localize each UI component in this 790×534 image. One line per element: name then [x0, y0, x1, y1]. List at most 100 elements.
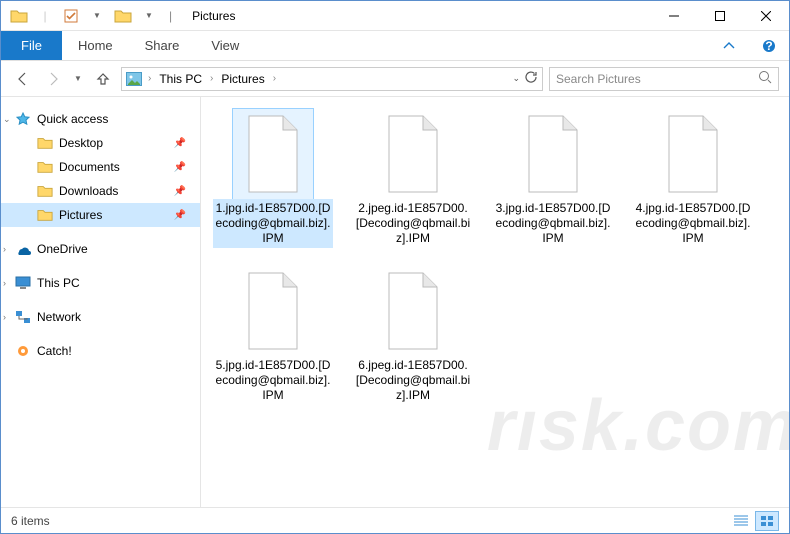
- navigation-bar: ▼ › This PC › Pictures › ⌄ Search Pictur…: [1, 61, 789, 97]
- sidebar-item-label: Documents: [59, 160, 120, 174]
- pin-icon: 📌: [174, 162, 186, 173]
- sidebar-item-pictures[interactable]: Pictures 📌: [1, 203, 200, 227]
- sidebar-item-label: Desktop: [59, 136, 103, 150]
- pin-icon: 📌: [174, 138, 186, 149]
- chevron-right-icon[interactable]: ›: [146, 73, 153, 84]
- search-input[interactable]: Search Pictures: [549, 67, 779, 91]
- pictures-icon: [126, 71, 142, 87]
- explorer-window: | ▼ ▼ | Pictures File Home: [0, 0, 790, 534]
- svg-text:?: ?: [765, 39, 772, 53]
- file-name: 3.jpg.id-1E857D00.[Decoding@qbmail.biz].…: [493, 199, 613, 248]
- icons-view-button[interactable]: [755, 511, 779, 531]
- file-icon: [373, 109, 453, 199]
- file-icon: [653, 109, 733, 199]
- minimize-button[interactable]: [651, 1, 697, 31]
- sidebar-item-documents[interactable]: Documents 📌: [1, 155, 200, 179]
- file-icon: [373, 266, 453, 356]
- up-button[interactable]: [91, 67, 115, 91]
- pictures-folder-icon: [37, 207, 53, 223]
- window-controls: [651, 1, 789, 31]
- ribbon: File Home Share View ?: [1, 31, 789, 61]
- file-icon: [233, 266, 313, 356]
- file-name: 6.jpeg.id-1E857D00.[Decoding@qbmail.biz]…: [353, 356, 473, 405]
- expander-icon[interactable]: ⌄: [3, 114, 11, 125]
- quick-access-label: Quick access: [37, 112, 108, 126]
- sidebar-item-desktop[interactable]: Desktop 📌: [1, 131, 200, 155]
- file-icon: [233, 109, 313, 199]
- view-toggles: [729, 511, 779, 531]
- sidebar-onedrive[interactable]: › OneDrive: [1, 237, 200, 261]
- expander-icon[interactable]: ›: [3, 244, 6, 254]
- folder-icon: [9, 6, 29, 26]
- body: ⌄ Quick access Desktop 📌 Documents 📌 Dow…: [1, 97, 789, 507]
- search-icon[interactable]: [758, 70, 772, 87]
- maximize-button[interactable]: [697, 1, 743, 31]
- recent-dropdown-icon[interactable]: ▼: [71, 67, 85, 91]
- navigation-pane[interactable]: ⌄ Quick access Desktop 📌 Documents 📌 Dow…: [1, 97, 201, 507]
- file-name: 2.jpeg.id-1E857D00.[Decoding@qbmail.biz]…: [353, 199, 473, 248]
- properties-icon[interactable]: [61, 6, 81, 26]
- chevron-right-icon[interactable]: ›: [208, 73, 215, 84]
- file-item[interactable]: 4.jpg.id-1E857D00.[Decoding@qbmail.biz].…: [633, 109, 753, 248]
- back-button[interactable]: [11, 67, 35, 91]
- network-label: Network: [37, 310, 81, 324]
- ribbon-expand-icon[interactable]: [709, 31, 749, 60]
- file-item[interactable]: 2.jpeg.id-1E857D00.[Decoding@qbmail.biz]…: [353, 109, 473, 248]
- file-list[interactable]: 1.jpg.id-1E857D00.[Decoding@qbmail.biz].…: [201, 97, 789, 507]
- address-right: ⌄: [512, 70, 538, 87]
- forward-button[interactable]: [41, 67, 65, 91]
- thispc-label: This PC: [37, 276, 80, 290]
- address-dropdown-icon[interactable]: ⌄: [512, 73, 520, 84]
- help-icon[interactable]: ?: [749, 31, 789, 60]
- pin-icon: 📌: [174, 210, 186, 221]
- tab-share[interactable]: Share: [129, 31, 196, 60]
- chevron-right-icon[interactable]: ›: [271, 73, 278, 84]
- sidebar-quick-access[interactable]: ⌄ Quick access: [1, 107, 200, 131]
- address-bar[interactable]: › This PC › Pictures › ⌄: [121, 67, 543, 91]
- sidebar-item-downloads[interactable]: Downloads 📌: [1, 179, 200, 203]
- star-icon: [15, 111, 31, 127]
- qat-separator: |: [35, 6, 55, 26]
- onedrive-icon: [15, 241, 31, 257]
- expander-icon[interactable]: ›: [3, 312, 6, 322]
- catch-icon: [15, 343, 31, 359]
- sidebar-network[interactable]: › Network: [1, 305, 200, 329]
- details-view-button[interactable]: [729, 511, 753, 531]
- tab-home[interactable]: Home: [62, 31, 129, 60]
- status-bar: 6 items: [1, 507, 789, 533]
- refresh-icon[interactable]: [524, 70, 538, 87]
- computer-icon: [15, 275, 31, 291]
- qat-dropdown2-icon[interactable]: ▼: [139, 6, 159, 26]
- watermark: rısk.com: [487, 385, 789, 467]
- desktop-icon: [37, 135, 53, 151]
- search-placeholder: Search Pictures: [556, 72, 641, 86]
- sidebar-item-label: Pictures: [59, 208, 102, 222]
- qat-dropdown-icon[interactable]: ▼: [87, 6, 107, 26]
- window-title: Pictures: [192, 9, 235, 23]
- file-name: 1.jpg.id-1E857D00.[Decoding@qbmail.biz].…: [213, 199, 333, 248]
- sidebar-thispc[interactable]: › This PC: [1, 271, 200, 295]
- file-name: 4.jpg.id-1E857D00.[Decoding@qbmail.biz].…: [633, 199, 753, 248]
- onedrive-label: OneDrive: [37, 242, 88, 256]
- file-item[interactable]: 3.jpg.id-1E857D00.[Decoding@qbmail.biz].…: [493, 109, 613, 248]
- file-item[interactable]: 1.jpg.id-1E857D00.[Decoding@qbmail.biz].…: [213, 109, 333, 248]
- breadcrumb-thispc[interactable]: This PC: [157, 72, 204, 86]
- downloads-icon: [37, 183, 53, 199]
- breadcrumb-pictures[interactable]: Pictures: [219, 72, 266, 86]
- file-tab[interactable]: File: [1, 31, 62, 60]
- expander-icon[interactable]: ›: [3, 278, 6, 288]
- new-folder-icon[interactable]: [113, 6, 133, 26]
- sidebar-catch[interactable]: Catch!: [1, 339, 200, 363]
- documents-icon: [37, 159, 53, 175]
- file-item[interactable]: 6.jpeg.id-1E857D00.[Decoding@qbmail.biz]…: [353, 266, 473, 405]
- pin-icon: 📌: [174, 186, 186, 197]
- quick-access-toolbar: | ▼ ▼ | Pictures: [1, 6, 235, 26]
- tab-view[interactable]: View: [195, 31, 255, 60]
- item-count: 6 items: [11, 514, 50, 528]
- close-button[interactable]: [743, 1, 789, 31]
- sidebar-item-label: Downloads: [59, 184, 118, 198]
- title-separator: |: [169, 9, 172, 23]
- file-item[interactable]: 5.jpg.id-1E857D00.[Decoding@qbmail.biz].…: [213, 266, 333, 405]
- file-name: 5.jpg.id-1E857D00.[Decoding@qbmail.biz].…: [213, 356, 333, 405]
- network-icon: [15, 309, 31, 325]
